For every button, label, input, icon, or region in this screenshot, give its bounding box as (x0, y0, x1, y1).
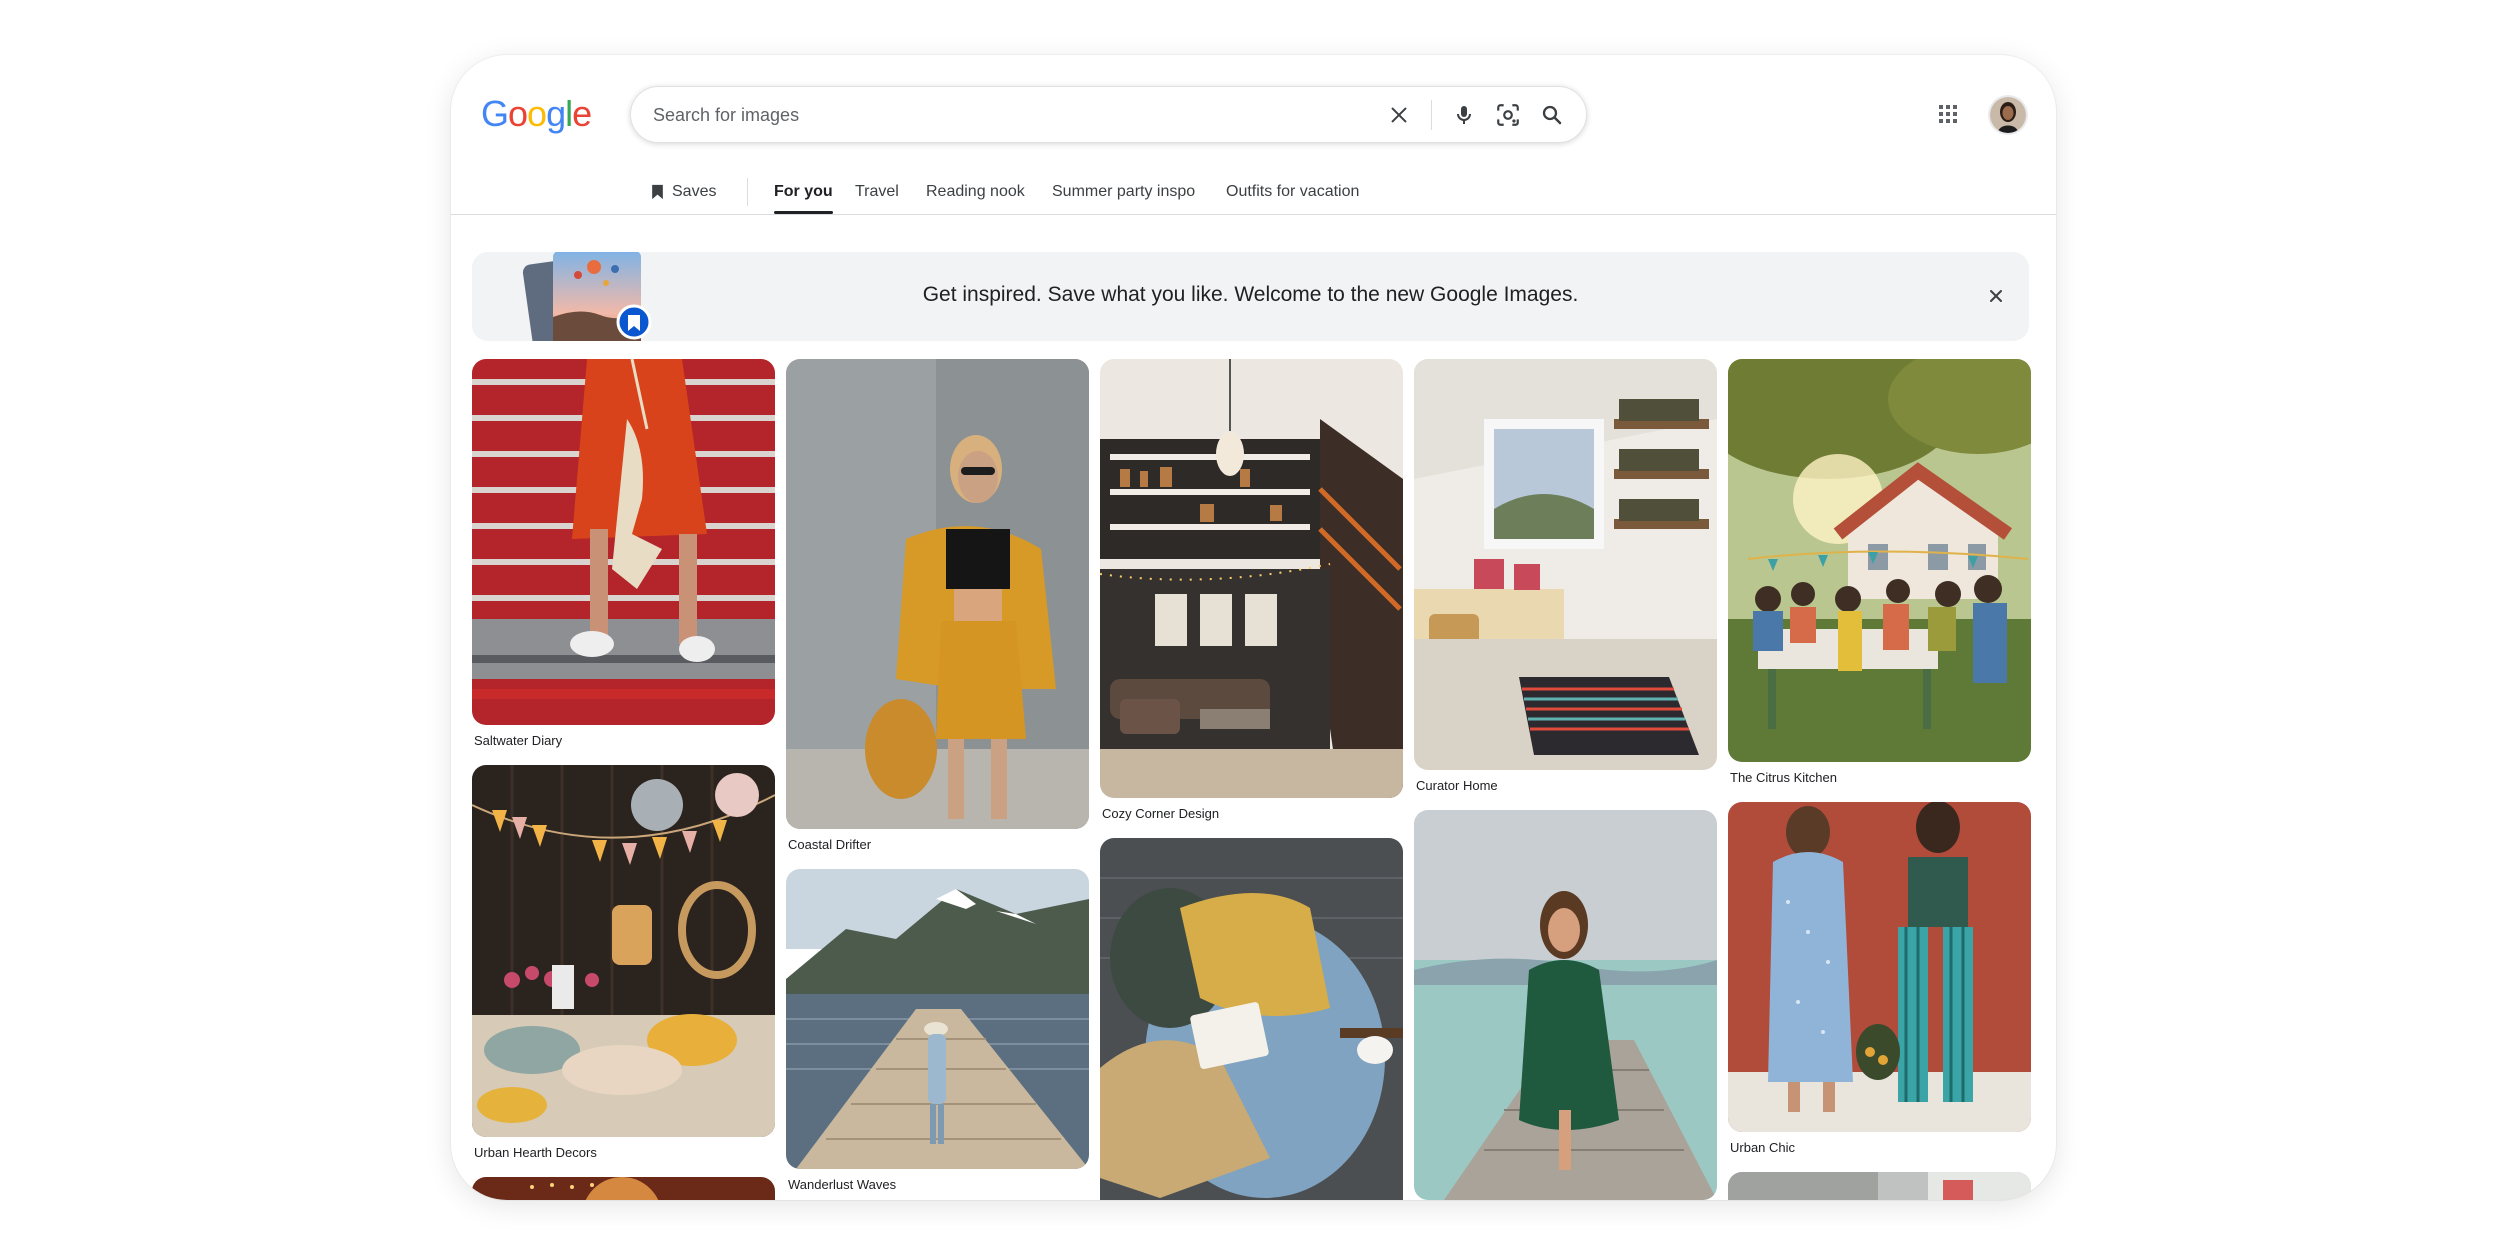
google-logo[interactable]: G o o g l e (481, 93, 592, 134)
image-card[interactable] (1414, 810, 1717, 1200)
image-thumbnail[interactable] (1728, 359, 2031, 762)
logo-letter: o (527, 93, 547, 134)
image-thumbnail[interactable] (472, 1177, 775, 1200)
image-thumbnail[interactable] (786, 359, 1089, 829)
image-caption: Urban Chic (1730, 1140, 1796, 1155)
search-icon[interactable] (1537, 100, 1567, 130)
welcome-banner: Get inspired. Save what you like. Welcom… (472, 252, 2029, 341)
tab-outfits-for-vacation[interactable]: Outfits for vacation (1226, 183, 1359, 201)
image-caption: Cozy Corner Design (1102, 806, 1220, 821)
image-card[interactable] (1728, 1172, 2031, 1200)
app-window: G o o g l e Search for images Saves For … (451, 55, 2056, 1200)
tab-travel[interactable]: Travel (855, 183, 899, 201)
image-thumbnail[interactable] (1414, 359, 1717, 770)
tab-reading-nook[interactable]: Reading nook (926, 183, 1025, 201)
apps-icon[interactable] (1936, 102, 1960, 126)
lens-icon[interactable] (1493, 100, 1523, 130)
search-divider (1431, 100, 1432, 130)
tab-saves[interactable]: Saves (651, 183, 716, 201)
logo-letter: e (572, 93, 592, 134)
filter-tabs: Saves For you Travel Reading nook Summer… (451, 171, 2056, 215)
image-card[interactable]: The Citrus Kitchen (1728, 359, 2031, 785)
image-thumbnail[interactable] (1728, 1172, 2031, 1200)
image-thumbnail[interactable] (1414, 810, 1717, 1200)
image-caption: Saltwater Diary (474, 733, 563, 748)
mic-icon[interactable] (1449, 100, 1479, 130)
logo-letter: g (546, 93, 566, 134)
image-card[interactable]: Cozy Corner Design (1100, 359, 1403, 821)
image-card[interactable] (472, 1177, 775, 1200)
close-icon[interactable] (1985, 285, 2007, 307)
image-thumbnail[interactable] (1100, 359, 1403, 798)
image-thumbnail[interactable] (472, 765, 775, 1137)
tab-saves-label: Saves (672, 183, 717, 200)
image-caption: Coastal Drifter (788, 837, 872, 852)
image-card[interactable]: Curator Home (1414, 359, 1717, 793)
image-caption: Curator Home (1416, 778, 1498, 793)
image-thumbnail[interactable] (1728, 802, 2031, 1132)
banner-message: Get inspired. Save what you like. Welcom… (922, 283, 1579, 306)
bookmark-icon (652, 184, 663, 200)
image-card[interactable]: Urban Chic (1728, 802, 2031, 1155)
image-caption: Urban Hearth Decors (474, 1145, 597, 1160)
image-card[interactable]: Saltwater Diary (472, 359, 775, 748)
logo-letter: l (565, 93, 573, 134)
image-caption: The Citrus Kitchen (1730, 770, 1837, 785)
image-caption: Wanderlust Waves (788, 1177, 897, 1192)
search-input[interactable] (651, 87, 1355, 144)
image-card[interactable]: Coastal Drifter (786, 359, 1089, 852)
image-card[interactable] (1100, 838, 1403, 1200)
logo-letter: G (481, 93, 509, 134)
image-card[interactable]: Wanderlust Waves (786, 869, 1089, 1192)
tab-divider (747, 178, 748, 206)
search-bar (630, 86, 1587, 144)
logo-letter: o (508, 93, 528, 134)
avatar[interactable] (1988, 95, 2028, 135)
close-icon[interactable] (1384, 100, 1414, 130)
image-thumbnail[interactable] (1100, 838, 1403, 1200)
tab-for-you[interactable]: For you (774, 183, 833, 214)
image-thumbnail[interactable] (786, 869, 1089, 1169)
image-card[interactable]: Urban Hearth Decors (472, 765, 775, 1160)
image-thumbnail[interactable] (472, 359, 775, 725)
tab-summer-party-inspo[interactable]: Summer party inspo (1052, 183, 1195, 201)
